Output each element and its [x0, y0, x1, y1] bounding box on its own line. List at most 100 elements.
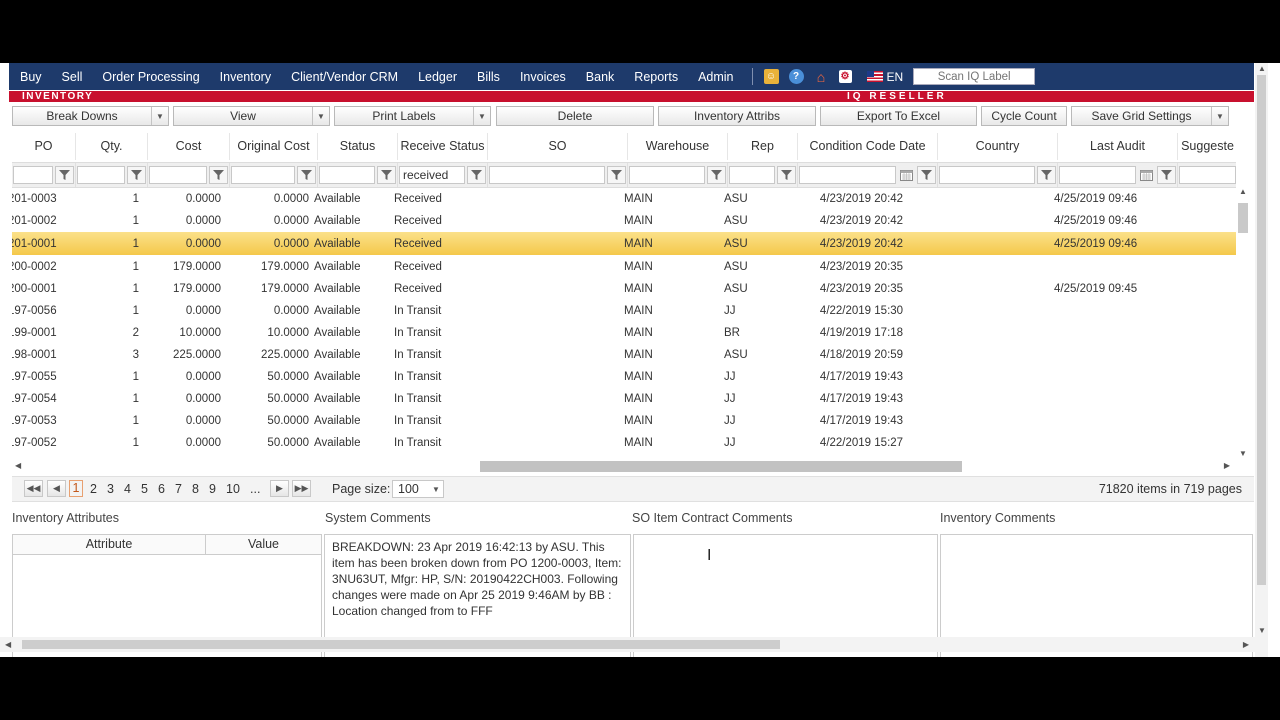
table-row[interactable]: 197-0052 1 0.0000 50.0000 Available In Transi… [12, 432, 1236, 454]
column-header-rep[interactable]: Rep [728, 133, 798, 160]
page-4-link[interactable]: 4 [124, 482, 131, 496]
attribute-column-header[interactable]: Attribute [13, 535, 206, 554]
scroll-down-icon[interactable]: ▼ [1239, 449, 1247, 458]
last-page-icon[interactable]: ▶▶ [292, 480, 311, 497]
page-hscroll-thumb[interactable] [22, 640, 780, 649]
filter-icon[interactable] [297, 166, 316, 184]
column-header-po[interactable]: PO [12, 133, 76, 160]
menu-ledger[interactable]: Ledger [408, 70, 467, 84]
column-header-qty[interactable]: Qty. [76, 133, 148, 160]
delete-button[interactable]: Delete [496, 106, 654, 126]
settings-icon[interactable]: ⚙ [838, 70, 852, 83]
table-row[interactable]: 201-0003 1 0.0000 0.0000 Available Received MA… [12, 188, 1236, 210]
table-row[interactable]: 198-0001 3 225.0000 225.0000 Available In Tra… [12, 344, 1236, 366]
filter-icon[interactable] [777, 166, 796, 184]
inventory-attribs-button[interactable]: Inventory Attribs [658, 106, 816, 126]
table-row[interactable]: 199-0001 2 10.0000 10.0000 Available In Trans… [12, 322, 1236, 344]
filter-icon[interactable] [209, 166, 228, 184]
filter-input-po[interactable] [13, 166, 53, 184]
table-row[interactable]: 197-0056 1 0.0000 0.0000 Available In Transit… [12, 300, 1236, 322]
page-5-link[interactable]: 5 [141, 482, 148, 496]
prev-page-icon[interactable]: ◀ [47, 480, 66, 497]
chevron-down-icon[interactable]: ▼ [1211, 107, 1228, 125]
menu-sell[interactable]: Sell [52, 70, 93, 84]
filter-icon[interactable] [1157, 166, 1176, 184]
grid-horizontal-scrollbar[interactable]: ◀ ▶ [12, 459, 1236, 473]
home-icon[interactable]: ⌂ [814, 69, 829, 85]
filter-input-original-cost[interactable] [231, 166, 295, 184]
table-row-selected[interactable]: 201-0001 1 0.0000 0.0000 Available Received MA… [12, 232, 1236, 255]
column-header-status[interactable]: Status [318, 133, 398, 160]
cycle-count-button[interactable]: Cycle Count [981, 106, 1067, 126]
page-1-link[interactable]: 1 [69, 480, 83, 497]
filter-icon[interactable] [377, 166, 396, 184]
scroll-right-icon[interactable]: ▶ [1243, 640, 1249, 649]
menu-bills[interactable]: Bills [467, 70, 510, 84]
filter-input-qty[interactable] [77, 166, 125, 184]
next-page-icon[interactable]: ▶ [270, 480, 289, 497]
menu-buy[interactable]: Buy [9, 70, 52, 84]
language-selector[interactable]: EN [887, 70, 904, 84]
menu-client-vendor-crm[interactable]: Client/Vendor CRM [281, 70, 408, 84]
menu-inventory[interactable]: Inventory [210, 70, 281, 84]
menu-admin[interactable]: Admin [688, 70, 743, 84]
print-labels-button[interactable]: Print Labels ▼ [334, 106, 491, 126]
column-header-country[interactable]: Country [938, 133, 1058, 160]
scroll-left-icon[interactable]: ◀ [5, 640, 11, 649]
column-header-cost[interactable]: Cost [148, 133, 230, 160]
page-vscroll-thumb[interactable] [1257, 75, 1266, 585]
menu-invoices[interactable]: Invoices [510, 70, 576, 84]
grid-hscroll-thumb[interactable] [480, 461, 962, 472]
filter-input-status[interactable] [319, 166, 375, 184]
page-9-link[interactable]: 9 [209, 482, 216, 496]
column-header-condition-code-date[interactable]: Condition Code Date [798, 133, 938, 160]
menu-bank[interactable]: Bank [576, 70, 625, 84]
page-6-link[interactable]: 6 [158, 482, 165, 496]
page-size-select[interactable]: 100 ▼ [392, 480, 444, 498]
filter-input-condition-code-date[interactable] [799, 166, 896, 184]
filter-icon[interactable] [127, 166, 146, 184]
view-button[interactable]: View ▼ [173, 106, 330, 126]
grid-vscroll-thumb[interactable] [1238, 203, 1248, 233]
table-row[interactable]: 197-0055 1 0.0000 50.0000 Available In Transi… [12, 366, 1236, 388]
page-8-link[interactable]: 8 [192, 482, 199, 496]
page-3-link[interactable]: 3 [107, 482, 114, 496]
scroll-up-icon[interactable]: ▲ [1239, 187, 1247, 196]
break-downs-button[interactable]: Break Downs ▼ [12, 106, 169, 126]
scroll-left-icon[interactable]: ◀ [15, 461, 21, 470]
filter-input-warehouse[interactable] [629, 166, 705, 184]
column-header-original-cost[interactable]: Original Cost [230, 133, 318, 160]
table-row[interactable]: 200-0001 1 179.0000 179.0000 Available Receiv… [12, 278, 1236, 300]
page-7-link[interactable]: 7 [175, 482, 182, 496]
scroll-up-icon[interactable]: ▲ [1258, 64, 1266, 73]
table-row[interactable]: 201-0002 1 0.0000 0.0000 Available Received MA… [12, 210, 1236, 232]
filter-input-so[interactable] [489, 166, 605, 184]
column-header-last-audit[interactable]: Last Audit [1058, 133, 1178, 160]
filter-input-suggested[interactable] [1179, 166, 1236, 184]
filter-input-rep[interactable] [729, 166, 775, 184]
filter-icon[interactable] [607, 166, 626, 184]
column-header-receive-status[interactable]: Receive Status [398, 133, 488, 160]
column-header-warehouse[interactable]: Warehouse [628, 133, 728, 160]
filter-icon[interactable] [467, 166, 486, 184]
table-row[interactable]: 197-0054 1 0.0000 50.0000 Available In Transi… [12, 388, 1236, 410]
calendar-icon[interactable] [1137, 166, 1155, 184]
value-column-header[interactable]: Value [206, 535, 321, 554]
scroll-down-icon[interactable]: ▼ [1258, 626, 1266, 635]
filter-icon[interactable] [1037, 166, 1056, 184]
scroll-right-icon[interactable]: ▶ [1224, 461, 1230, 470]
chevron-down-icon[interactable]: ▼ [429, 485, 443, 494]
chevron-down-icon[interactable]: ▼ [473, 107, 490, 125]
export-to-excel-button[interactable]: Export To Excel [820, 106, 977, 126]
page-horizontal-scrollbar[interactable]: ◀ ▶ [0, 637, 1255, 652]
menu-reports[interactable]: Reports [624, 70, 688, 84]
calendar-icon[interactable] [897, 166, 915, 184]
column-header-suggested[interactable]: Suggeste [1178, 133, 1236, 160]
menu-order-processing[interactable]: Order Processing [92, 70, 209, 84]
scan-label-input[interactable] [913, 68, 1036, 85]
page-2-link[interactable]: 2 [90, 482, 97, 496]
filter-icon[interactable] [917, 166, 936, 184]
first-page-icon[interactable]: ◀◀ [24, 480, 43, 497]
us-flag-icon[interactable] [866, 71, 883, 82]
help-icon[interactable]: ? [788, 69, 804, 84]
